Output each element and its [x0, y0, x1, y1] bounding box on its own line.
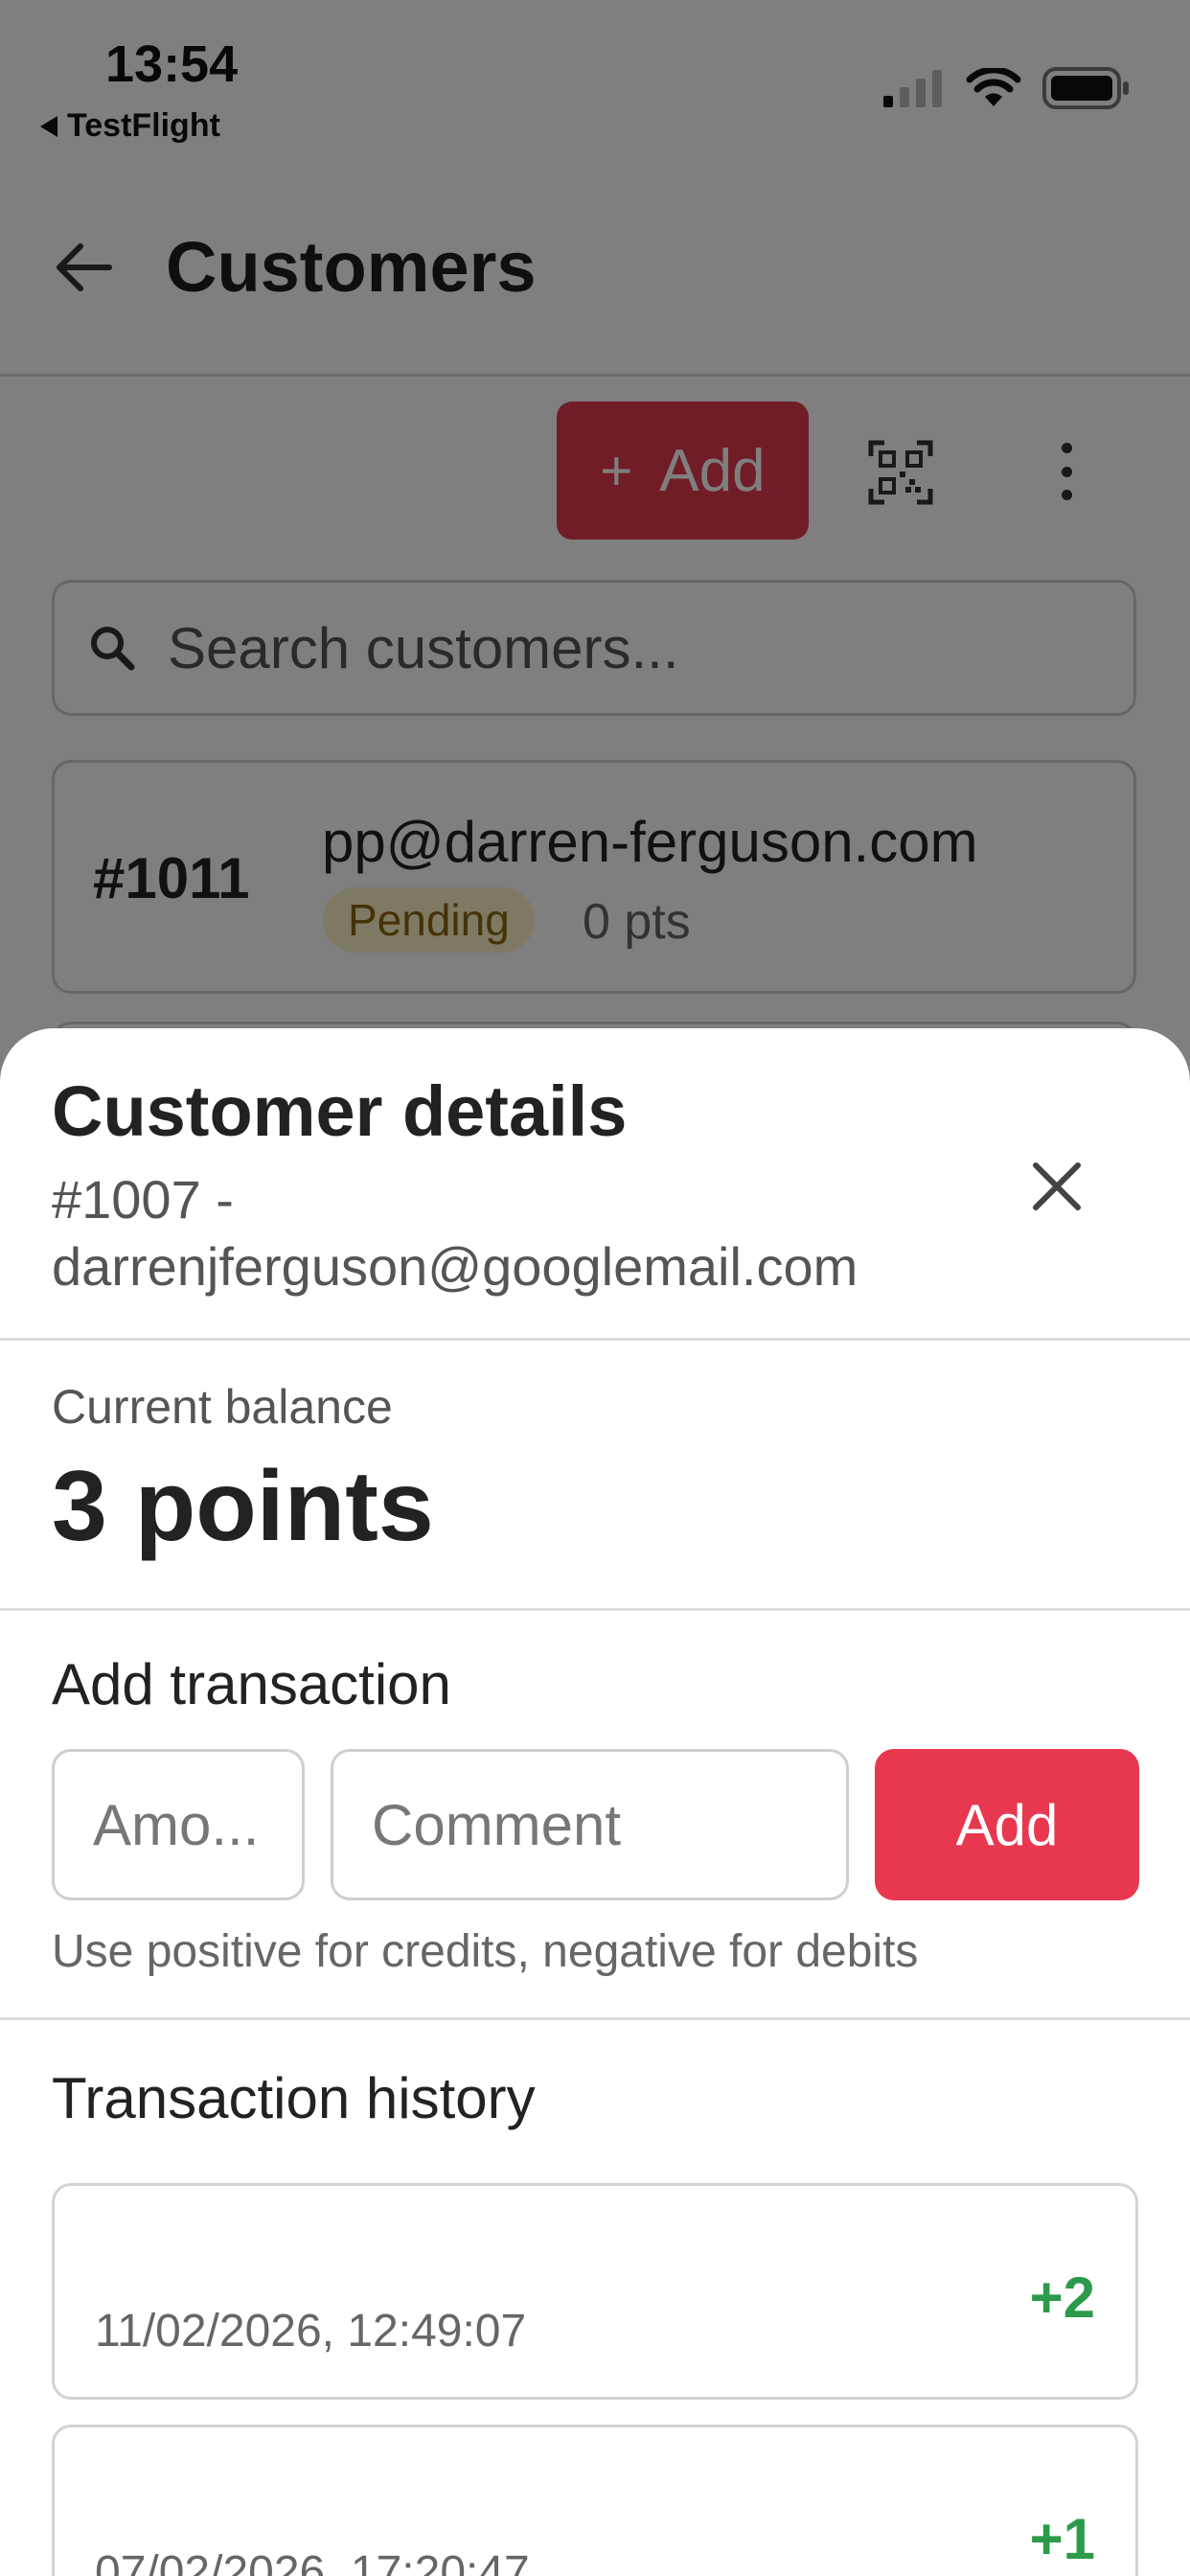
comment-input[interactable] [331, 1749, 849, 1900]
balance-label: Current balance [52, 1380, 393, 1434]
add-transaction-button[interactable]: Add [875, 1749, 1139, 1900]
add-transaction-title: Add transaction [52, 1652, 451, 1716]
close-icon[interactable] [1026, 1156, 1087, 1217]
history-date: 11/02/2026, 12:49:07 [95, 2306, 527, 2357]
divider [0, 1608, 1190, 1611]
history-amount: +2 [1029, 2266, 1095, 2330]
transaction-hint: Use positive for credits, negative for d… [52, 1926, 919, 1977]
customer-details-sheet: Customer details #1007 - darrenjferguson… [0, 1028, 1190, 2576]
divider [0, 2017, 1190, 2020]
sheet-title: Customer details [52, 1071, 628, 1151]
divider [0, 1338, 1190, 1341]
balance-value: 3 points [52, 1451, 434, 1562]
amount-input[interactable] [52, 1749, 305, 1900]
history-item[interactable]: 11/02/2026, 12:49:07 +2 [52, 2183, 1138, 2400]
history-amount: +1 [1029, 2507, 1095, 2571]
history-date: 07/02/2026, 17:20:47 [95, 2547, 530, 2576]
sheet-subtitle: #1007 - darrenjferguson@googlemail.com [52, 1169, 858, 1297]
history-title: Transaction history [52, 2066, 536, 2130]
history-item[interactable]: 07/02/2026, 17:20:47 +1 [52, 2425, 1138, 2576]
